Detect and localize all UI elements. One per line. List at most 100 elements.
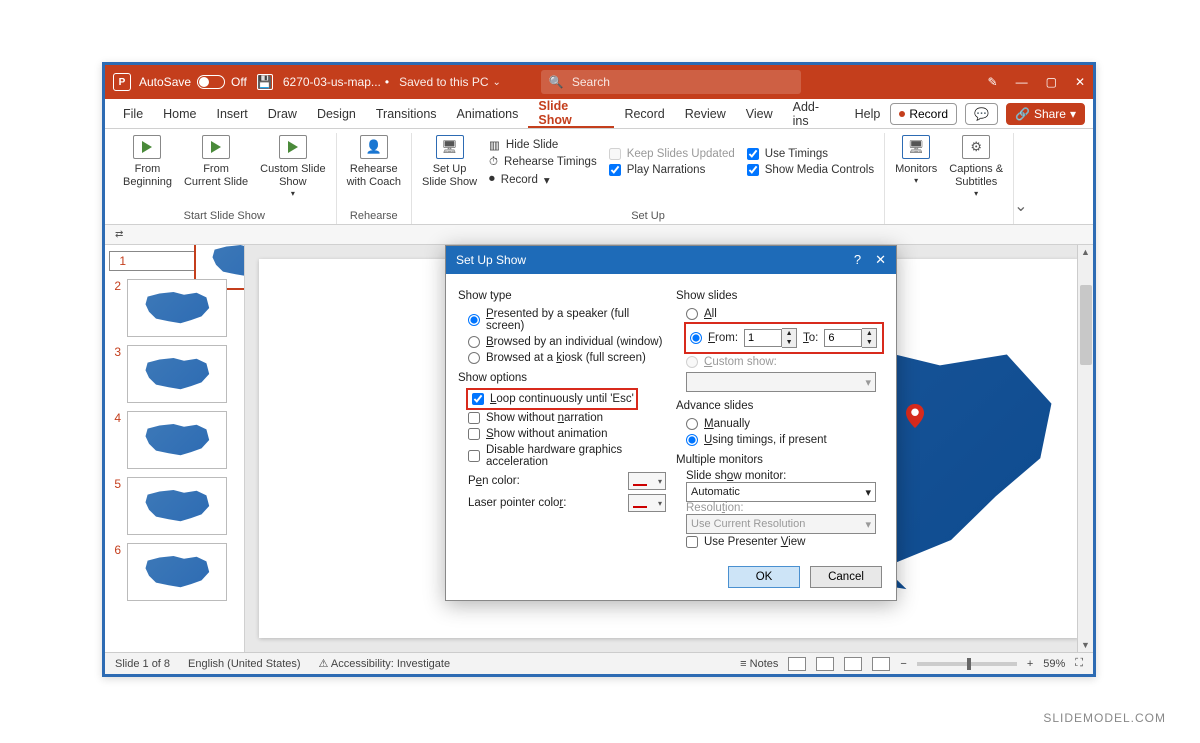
language-label[interactable]: English (United States) [188,658,301,670]
slide-counter[interactable]: Slide 1 of 8 [115,658,170,670]
pen-color-button[interactable] [628,472,666,490]
autosave-state: Off [231,75,247,89]
tab-help[interactable]: Help [845,99,891,128]
notes-button[interactable]: ≡ Notes [740,658,778,670]
thumbnail-1[interactable]: 1 [109,251,245,271]
slide-monitor-select[interactable]: Automatic▾ [686,482,876,502]
from-spinner[interactable]: ▲▼ [744,328,797,348]
pen-icon[interactable]: ✎ [988,75,998,89]
show-media-controls-checkbox[interactable]: Show Media Controls [747,164,874,176]
autosave-toggle[interactable]: AutoSave Off [139,75,247,89]
thumbnail-5[interactable]: 5 [109,477,240,535]
collapse-ribbon-icon[interactable]: ⌄ [1014,133,1027,224]
checkbox-presenter-view[interactable]: Use Presenter View [686,534,884,550]
slideshow-view-icon[interactable] [872,657,890,671]
autosave-label: AutoSave [139,75,191,89]
to-spinner[interactable]: ▲▼ [824,328,877,348]
vertical-scrollbar[interactable]: ▲ ▼ [1077,245,1093,652]
quick-access-row: ⇄ [105,225,1093,245]
scrollbar-thumb[interactable] [1080,285,1092,365]
keep-slides-updated-checkbox[interactable]: Keep Slides Updated [609,148,735,160]
close-icon[interactable]: ✕ [1075,75,1085,89]
dialog-close-icon[interactable]: ✕ [875,252,886,268]
tab-draw[interactable]: Draw [258,99,307,128]
save-icon[interactable]: 💾 [257,74,273,90]
rehearse-with-coach-button[interactable]: 👤Rehearse with Coach [347,135,401,189]
accessibility-label[interactable]: ⚠ Accessibility: Investigate [319,657,451,670]
titlebar: P AutoSave Off 💾 6270-03-us-map... • Sav… [105,65,1093,99]
hide-slide-button[interactable]: ▥ Hide Slide [489,138,597,152]
captions-subtitles-button[interactable]: ⚙Captions & Subtitles▾ [949,135,1003,199]
group-label-setup: Set Up [422,208,874,222]
radio-browsed-kiosk[interactable]: Browsed at a kiosk (full screen) [458,350,666,366]
tab-animations[interactable]: Animations [447,99,529,128]
thumbnail-6[interactable]: 6 [109,543,240,601]
search-input[interactable] [572,75,793,89]
share-button[interactable]: 🔗 Share ▾ [1006,103,1085,125]
minimize-icon[interactable]: — [1016,75,1028,89]
thumbnail-2[interactable]: 2 [109,279,240,337]
comments-button[interactable]: 💬 [965,103,998,125]
radio-browsed-individual[interactable]: Browsed by an individual (window) [458,334,666,350]
ok-button[interactable]: OK [728,566,800,588]
zoom-in-icon[interactable]: + [1027,658,1033,670]
tab-addins[interactable]: Add-ins [783,99,845,128]
advance-slides-label: Advance slides [676,400,884,412]
dialog-titlebar[interactable]: Set Up Show ? ✕ [446,246,896,274]
search-box[interactable]: 🔍 [541,70,801,94]
checkbox-without-narration[interactable]: Show without narration [458,410,666,426]
from-current-slide-button[interactable]: From Current Slide [184,135,248,199]
tab-file[interactable]: File [113,99,153,128]
group-label-start: Start Slide Show [123,208,326,222]
laser-color-label: Laser pointer color: [468,497,566,509]
thumbnail-3[interactable]: 3 [109,345,240,403]
tab-view[interactable]: View [736,99,783,128]
radio-presented-speaker[interactable]: Presented by a speaker (full screen) [458,306,666,334]
slide-sorter-view-icon[interactable] [816,657,834,671]
checkbox-loop-continuously[interactable]: Loop continuously until 'Esc' [470,391,634,407]
thumbnail-4[interactable]: 4 [109,411,240,469]
menubar: File Home Insert Draw Design Transitions… [105,99,1093,129]
rehearse-timings-button[interactable]: ⏱ Rehearse Timings [489,156,597,169]
fit-to-window-icon[interactable]: ⛶ [1075,657,1083,670]
tab-review[interactable]: Review [675,99,736,128]
checkbox-without-animation[interactable]: Show without animation [458,426,666,442]
set-up-slide-show-button[interactable]: 🖥Set Up Slide Show [422,135,477,189]
cancel-button[interactable]: Cancel [810,566,882,588]
scroll-down-icon[interactable]: ▼ [1081,640,1090,650]
document-name: 6270-03-us-map... [283,75,381,89]
from-beginning-button[interactable]: From Beginning [123,135,172,199]
zoom-out-icon[interactable]: − [900,658,906,670]
radio-manually[interactable]: Manually [676,416,884,432]
normal-view-icon[interactable] [788,657,806,671]
checkbox-disable-hardware[interactable]: Disable hardware graphics acceleration [458,442,666,470]
tab-design[interactable]: Design [307,99,366,128]
qat-overflow-icon[interactable]: ⇄ [115,229,123,240]
search-icon: 🔍 [549,75,564,89]
show-slides-label: Show slides [676,290,884,302]
zoom-level[interactable]: 59% [1043,658,1065,670]
dialog-help-icon[interactable]: ? [854,252,861,268]
saved-status[interactable]: Saved to this PC [399,75,501,89]
record-button[interactable]: Record [890,103,957,125]
scroll-up-icon[interactable]: ▲ [1081,247,1090,257]
toggle-pill-icon [197,75,225,89]
tab-home[interactable]: Home [153,99,206,128]
tab-transitions[interactable]: Transitions [366,99,447,128]
zoom-slider[interactable] [917,662,1017,666]
monitors-button[interactable]: 🖥Monitors▾ [895,135,937,199]
custom-slide-show-button[interactable]: Custom Slide Show▾ [260,135,325,199]
record-dropdown[interactable]: ⏺ Record ▾ [489,173,597,187]
play-narrations-checkbox[interactable]: Play Narrations [609,164,735,176]
radio-from-to[interactable] [690,332,702,344]
use-timings-checkbox[interactable]: Use Timings [747,148,874,160]
radio-using-timings[interactable]: Using timings, if present [676,432,884,448]
laser-color-button[interactable] [628,494,666,512]
slide-thumbnail-pane[interactable]: 1 2 3 4 5 6 [105,245,245,652]
tab-insert[interactable]: Insert [207,99,258,128]
maximize-icon[interactable]: ▢ [1046,75,1057,89]
tab-slide-show[interactable]: Slide Show [528,99,614,128]
reading-view-icon[interactable] [844,657,862,671]
tab-record[interactable]: Record [614,99,674,128]
radio-all-slides[interactable]: All [676,306,884,322]
